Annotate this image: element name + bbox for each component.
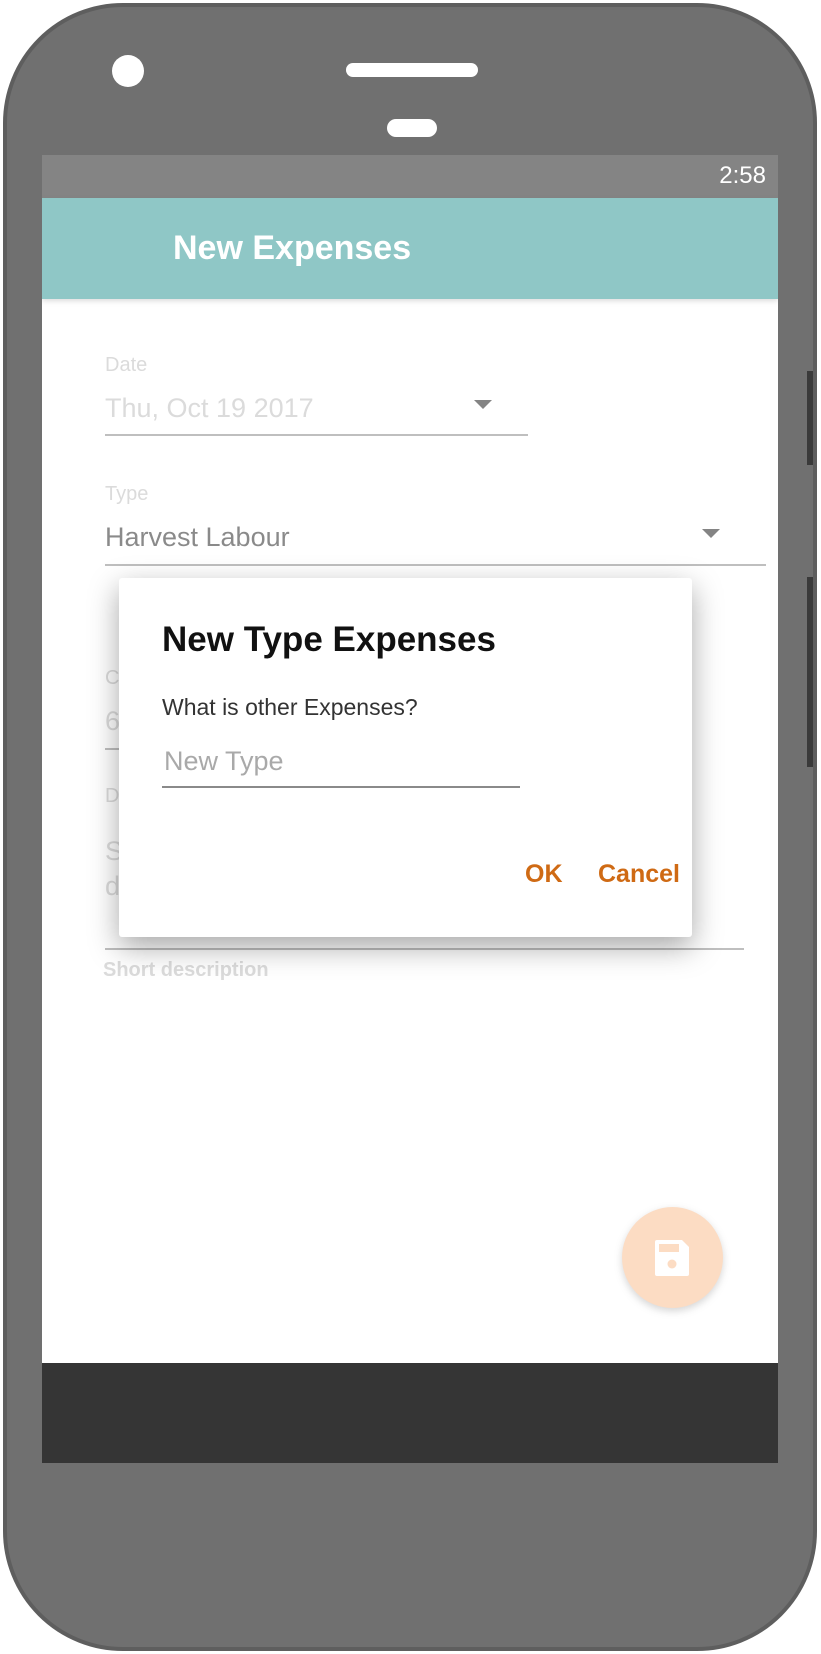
new-type-input[interactable] — [162, 736, 520, 788]
navigation-bar — [42, 1363, 778, 1463]
new-type-dialog: New Type Expenses What is other Expenses… — [119, 578, 692, 937]
dialog-message: What is other Expenses? — [162, 694, 418, 720]
dialog-title: New Type Expenses — [162, 620, 496, 659]
proximity-sensor — [387, 119, 437, 137]
power-button — [807, 577, 813, 767]
ok-button[interactable]: OK — [525, 860, 563, 889]
phone-screen: 2:58 New Expenses Date Thu, Oct 19 2017 … — [42, 155, 778, 1463]
earpiece-speaker — [346, 63, 478, 77]
front-camera — [112, 55, 144, 87]
cancel-button[interactable]: Cancel — [598, 860, 680, 889]
volume-button — [807, 371, 813, 465]
